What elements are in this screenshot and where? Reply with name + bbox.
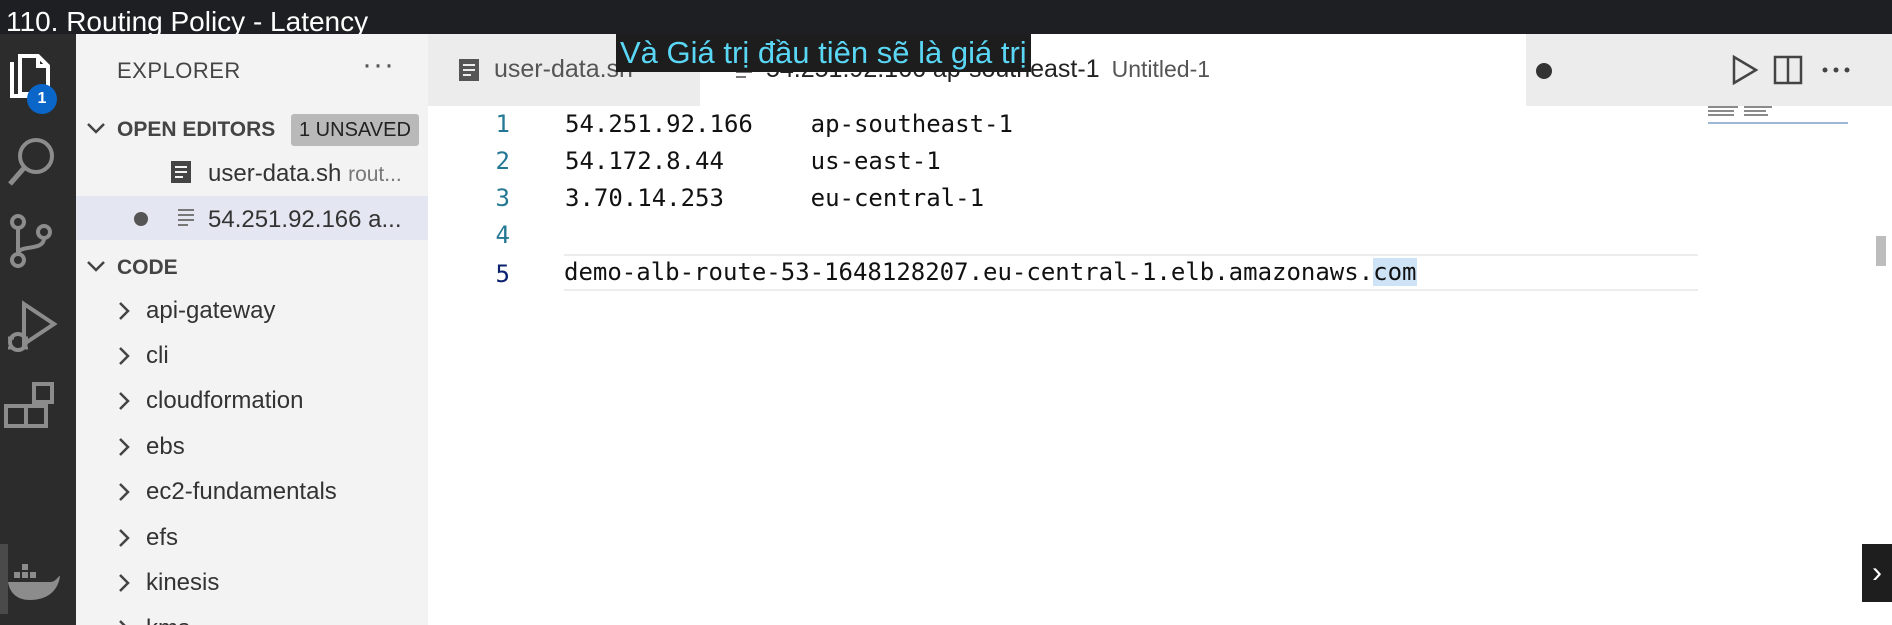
folder-item[interactable]: kinesis bbox=[76, 560, 428, 605]
file-shell-icon bbox=[171, 161, 191, 183]
folder-item[interactable]: kms bbox=[76, 606, 428, 625]
explorer-title: EXPLORER bbox=[117, 58, 241, 83]
chevron-right-icon bbox=[119, 347, 130, 365]
open-editor-name: 54.251.92.166 a... bbox=[208, 206, 402, 233]
folder-item[interactable]: api-gateway bbox=[76, 288, 428, 333]
open-editor-name: user-data.sh bbox=[208, 160, 342, 187]
open-editor-desc: rout... bbox=[348, 163, 402, 186]
run-debug-activity[interactable] bbox=[0, 290, 76, 360]
line-text: 54.172.8.44 us-east-1 bbox=[565, 147, 941, 175]
folder-label: efs bbox=[146, 524, 179, 551]
more-actions-icon[interactable]: ··· bbox=[362, 48, 395, 82]
chevron-right-icon bbox=[119, 529, 130, 547]
explorer-badge: 1 bbox=[27, 84, 57, 114]
folder-label: kms bbox=[146, 615, 190, 625]
line-number: 3 bbox=[495, 184, 510, 212]
chevron-right-icon[interactable]: › bbox=[1862, 544, 1892, 602]
video-subtitle: Và Giá trị đầu tiên sẽ là giá trị bbox=[616, 34, 1031, 72]
tab-label: user-data.sh bbox=[494, 55, 633, 83]
extensions-icon bbox=[4, 382, 54, 428]
activity-indicator bbox=[0, 544, 8, 614]
chevron-down-icon bbox=[87, 123, 105, 134]
open-editor-item[interactable]: user-data.sh rout... bbox=[76, 150, 428, 194]
title-bar: 110. Routing Policy - Latency bbox=[0, 0, 1892, 37]
folder-item[interactable]: efs bbox=[76, 515, 428, 560]
code-line: 1 54.251.92.166 ap-southeast-1 bbox=[428, 106, 1698, 143]
line-text: demo-alb-route-53-1648128207.eu-central-… bbox=[564, 254, 1417, 291]
line-number: 1 bbox=[495, 110, 510, 138]
chevron-right-icon bbox=[119, 483, 130, 501]
chevron-right-icon bbox=[119, 302, 130, 320]
open-editors-header[interactable]: OPEN EDITORS 1 UNSAVED bbox=[76, 108, 428, 148]
file-shell-icon bbox=[459, 59, 479, 81]
extensions-activity[interactable] bbox=[0, 372, 76, 442]
folder-label: ec2-fundamentals bbox=[146, 478, 337, 505]
selected-text: com bbox=[1373, 258, 1417, 286]
folder-item[interactable]: ebs bbox=[76, 424, 428, 469]
folder-label: cli bbox=[146, 342, 169, 369]
chevron-right-icon bbox=[119, 392, 130, 410]
open-editor-item-selected[interactable]: 54.251.92.166 a... bbox=[76, 196, 428, 240]
folder-label: kinesis bbox=[146, 569, 220, 596]
tab-desc: Untitled-1 bbox=[1111, 56, 1211, 82]
folder-item[interactable]: ec2-fundamentals bbox=[76, 469, 428, 514]
code-folder-header[interactable]: CODE bbox=[76, 246, 428, 286]
folder-label: api-gateway bbox=[146, 297, 276, 324]
file-text-icon bbox=[178, 209, 194, 226]
run-file-icon[interactable] bbox=[1728, 54, 1760, 86]
folder-label: ebs bbox=[146, 433, 185, 460]
chevron-down-icon bbox=[87, 261, 105, 272]
explorer-header: EXPLORER ··· bbox=[76, 34, 428, 104]
current-code-line: 5 demo-alb-route-53-1648128207.eu-centra… bbox=[496, 254, 1698, 291]
docker-icon bbox=[8, 564, 60, 600]
source-control-icon bbox=[10, 214, 52, 268]
open-editor-label: user-data.sh rout... bbox=[208, 160, 402, 188]
unsaved-dot-icon[interactable] bbox=[1536, 63, 1552, 79]
chevron-right-icon bbox=[119, 438, 130, 456]
line-text: 3.70.14.253 eu-central-1 bbox=[565, 184, 985, 212]
split-editor-icon[interactable] bbox=[1772, 54, 1804, 86]
line-text-before: demo-alb-route-53-1648128207.eu-central-… bbox=[564, 258, 1374, 286]
code-line: 2 54.172.8.44 us-east-1 bbox=[428, 143, 1698, 180]
chevron-right-icon bbox=[119, 574, 130, 592]
open-editors-label: OPEN EDITORS bbox=[117, 118, 276, 141]
code-line: 3 3.70.14.253 eu-central-1 bbox=[428, 180, 1698, 217]
code-line: 4 bbox=[428, 217, 1698, 254]
search-icon bbox=[8, 138, 54, 186]
activity-bar: 1 bbox=[0, 34, 76, 625]
run-debug-icon bbox=[8, 300, 58, 352]
code-folder-label: CODE bbox=[117, 256, 178, 279]
docker-activity[interactable] bbox=[0, 544, 76, 614]
folder-item[interactable]: cloudformation bbox=[76, 378, 428, 423]
code-editor[interactable]: 1 54.251.92.166 ap-southeast-1 2 54.172.… bbox=[428, 106, 1892, 625]
search-activity[interactable] bbox=[0, 122, 76, 192]
vertical-scrollbar[interactable] bbox=[1876, 236, 1886, 266]
chevron-right-icon bbox=[119, 620, 126, 625]
folder-item[interactable]: cli bbox=[76, 333, 428, 378]
line-number: 4 bbox=[495, 221, 510, 249]
unsaved-badge: 1 UNSAVED bbox=[291, 114, 419, 146]
line-number: 2 bbox=[495, 147, 510, 175]
explorer-sidebar: EXPLORER ··· OPEN EDITORS 1 UNSAVED user… bbox=[76, 34, 428, 625]
minimap[interactable] bbox=[1706, 106, 1866, 126]
modified-dot-icon bbox=[134, 212, 148, 226]
line-text: 54.251.92.166 ap-southeast-1 bbox=[565, 110, 1013, 138]
more-actions-icon[interactable] bbox=[1820, 54, 1852, 86]
folder-label: cloudformation bbox=[146, 387, 304, 414]
explorer-activity[interactable]: 1 bbox=[0, 34, 76, 114]
line-number: 5 bbox=[495, 260, 510, 288]
screen: 110. Routing Policy - Latency 1 EXPLORER… bbox=[0, 0, 1892, 625]
source-control-activity[interactable] bbox=[0, 202, 76, 272]
